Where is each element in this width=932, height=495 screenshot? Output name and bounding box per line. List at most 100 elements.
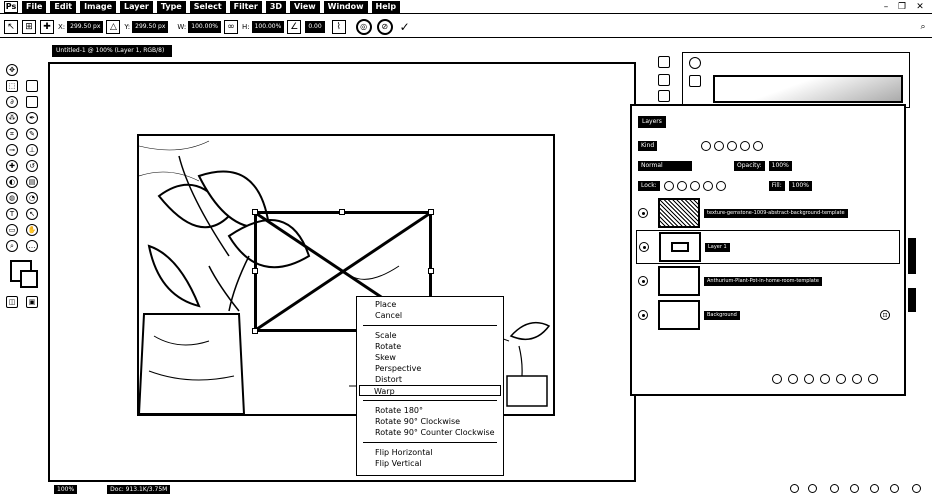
eraser-tool-icon[interactable]: ◐: [6, 176, 18, 188]
lock-artboard-icon[interactable]: [702, 181, 713, 191]
adjustments-panel-icon[interactable]: [658, 90, 670, 102]
restore-icon[interactable]: ❐: [896, 1, 908, 13]
info-icon[interactable]: [912, 484, 921, 493]
zoom-tool-icon[interactable]: ⌕: [6, 240, 18, 252]
angle-icon[interactable]: ∠: [287, 19, 302, 34]
healing-brush-icon[interactable]: ✚: [6, 160, 18, 172]
layer-name[interactable]: Layer 1: [705, 242, 730, 252]
delete-layer-icon[interactable]: [868, 374, 878, 384]
close-icon[interactable]: ✕: [914, 1, 926, 13]
paths-icon[interactable]: [830, 484, 839, 493]
more-tools-icon[interactable]: …: [26, 240, 38, 252]
menu-rotate-180[interactable]: Rotate 180°: [357, 405, 503, 416]
swatches-panel-icon[interactable]: [658, 74, 670, 86]
gradient-tool-icon[interactable]: ▤: [26, 176, 38, 188]
lasso-tool-icon[interactable]: ∂: [6, 96, 18, 108]
opacity-field[interactable]: 100%: [768, 161, 792, 171]
brush-tool-icon[interactable]: ✎: [26, 128, 38, 140]
transform-handle[interactable]: [339, 209, 345, 215]
layer-row[interactable]: Background ⊡: [636, 298, 900, 332]
adjustment-layer-icon[interactable]: [820, 374, 830, 384]
menu-filter[interactable]: Filter: [229, 0, 262, 13]
warp-mode-icon[interactable]: ⌇: [331, 19, 346, 34]
lock-paint-icon[interactable]: [676, 181, 687, 191]
lock-transparent-icon[interactable]: [663, 181, 674, 191]
visibility-eye-icon[interactable]: [639, 242, 649, 252]
fill-field[interactable]: 100%: [788, 181, 812, 191]
menu-rotate-90-ccw[interactable]: Rotate 90° Counter Clockwise: [357, 427, 503, 438]
menu-distort[interactable]: Distort: [357, 374, 503, 385]
move-tool-icon[interactable]: ✥: [6, 64, 18, 76]
menu-layer[interactable]: Layer: [120, 0, 153, 13]
layer-name[interactable]: texture-gemstone-1009-abstract-backgroun…: [704, 208, 848, 218]
x-field[interactable]: 299.50 px: [67, 20, 104, 33]
layer-lock-icon[interactable]: ⊡: [880, 310, 890, 320]
commit-transform-icon[interactable]: ✓: [398, 20, 412, 34]
timeline-icon[interactable]: [790, 484, 799, 493]
warp-toggle-icon[interactable]: ◎: [355, 18, 372, 35]
menu-view[interactable]: View: [290, 0, 320, 13]
delta-icon[interactable]: △: [106, 19, 121, 34]
layer-name[interactable]: Anthurium-Plant-Pot-in-home-room-templat…: [704, 276, 822, 286]
kind-filter[interactable]: Kind: [638, 141, 658, 151]
layers-panel-title[interactable]: Layers: [638, 116, 666, 128]
menu-scale[interactable]: Scale: [357, 330, 503, 341]
visibility-eye-icon[interactable]: [638, 276, 648, 286]
w-field[interactable]: 100.00%: [188, 20, 221, 33]
layer-row-selected[interactable]: Layer 1: [636, 230, 900, 264]
magic-wand-icon[interactable]: ⁂: [6, 112, 18, 124]
filter-shape-icon[interactable]: [740, 141, 751, 151]
path-select-icon[interactable]: ↖: [26, 208, 38, 220]
eyedropper-icon[interactable]: ⊸: [6, 144, 18, 156]
new-group-icon[interactable]: [836, 374, 846, 384]
layer-row[interactable]: texture-gemstone-1009-abstract-backgroun…: [636, 196, 900, 230]
menu-flip-vertical[interactable]: Flip Vertical: [357, 458, 503, 469]
pen-tool-icon[interactable]: ✒: [26, 112, 38, 124]
menu-cancel[interactable]: Cancel: [357, 310, 503, 321]
blend-mode-select[interactable]: Normal: [638, 161, 692, 171]
menu-type[interactable]: Type: [156, 0, 186, 13]
visibility-eye-icon[interactable]: [638, 310, 648, 320]
layer-name[interactable]: Background: [704, 310, 740, 320]
menu-window[interactable]: Window: [323, 0, 368, 13]
crop-tool-icon[interactable]: ⌗: [6, 128, 18, 140]
history-icon[interactable]: [850, 484, 859, 493]
visibility-eye-icon[interactable]: [638, 208, 648, 218]
menu-select[interactable]: Select: [189, 0, 226, 13]
menu-flip-horizontal[interactable]: Flip Horizontal: [357, 447, 503, 458]
minimize-icon[interactable]: –: [880, 1, 892, 13]
filter-pixel-icon[interactable]: [701, 141, 712, 151]
move-tool-icon[interactable]: ↖: [4, 19, 18, 34]
lock-move-icon[interactable]: [689, 181, 700, 191]
libraries-icon[interactable]: [890, 484, 899, 493]
document-tab[interactable]: Untitled-1 @ 100% (Layer 1, RGB/8): [52, 45, 172, 57]
angle-field[interactable]: 0.00: [305, 20, 325, 33]
transform-handle[interactable]: [428, 268, 434, 274]
type-tool-icon[interactable]: T: [6, 208, 18, 220]
filter-smart-icon[interactable]: [753, 141, 764, 151]
menu-help[interactable]: Help: [371, 0, 401, 13]
panel-scrollbar[interactable]: [908, 288, 916, 312]
link-layers-icon[interactable]: [772, 374, 782, 384]
blur-tool-icon[interactable]: ◍: [6, 192, 18, 204]
artboard-tool-icon[interactable]: [26, 80, 38, 92]
transform-handle[interactable]: [428, 209, 434, 215]
menu-file[interactable]: File: [22, 0, 47, 13]
menu-perspective[interactable]: Perspective: [357, 363, 503, 374]
background-color-swatch[interactable]: [20, 270, 38, 288]
new-layer-icon[interactable]: [852, 374, 862, 384]
screen-mode-icon[interactable]: ▣: [26, 296, 38, 308]
menu-rotate[interactable]: Rotate: [357, 341, 503, 352]
layer-style-icon[interactable]: [788, 374, 798, 384]
link-icon[interactable]: ∞: [223, 19, 238, 34]
history-brush-icon[interactable]: ↺: [26, 160, 38, 172]
color-panel-icon[interactable]: [658, 56, 670, 68]
shape-tool-icon[interactable]: ▭: [6, 224, 18, 236]
color-picker-icon[interactable]: [689, 57, 701, 69]
color-swatch-icon[interactable]: [689, 75, 701, 87]
filter-type-icon[interactable]: [727, 141, 738, 151]
menu-image[interactable]: Image: [80, 0, 117, 13]
color-spectrum[interactable]: [713, 75, 903, 103]
filter-adjustment-icon[interactable]: [714, 141, 725, 151]
menu-place[interactable]: Place: [357, 299, 503, 310]
